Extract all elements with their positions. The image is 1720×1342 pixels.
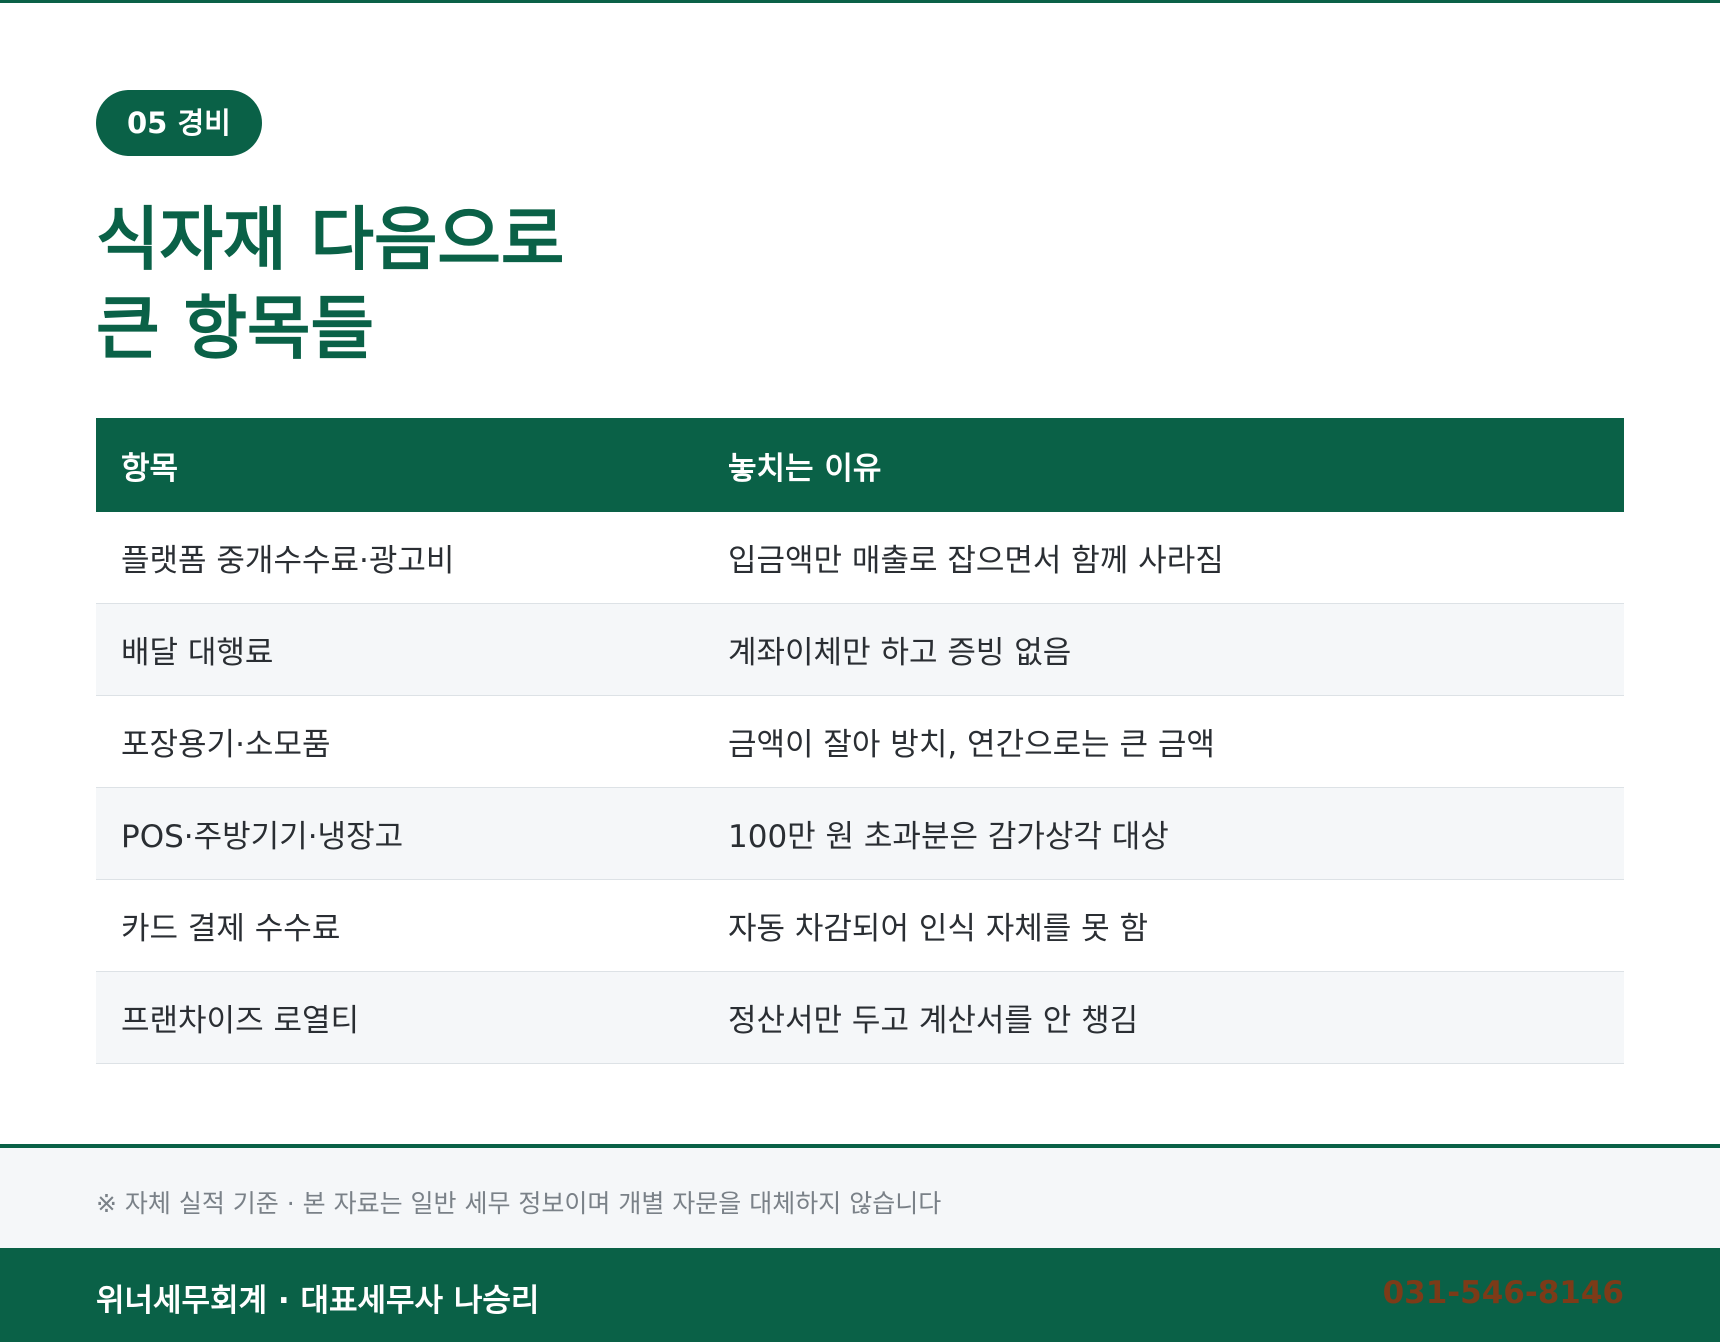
header-reason: 놓치는 이유 bbox=[728, 450, 882, 487]
page-title: 식자재 다음으로 큰 항목들 bbox=[96, 196, 1396, 374]
table-row: 프랜차이즈 로열티 정산서만 두고 계산서를 안 챙김 bbox=[96, 972, 1624, 1064]
expense-table: 항목 놓치는 이유 플랫폼 중개수수료·광고비 입금액만 매출로 잡으면서 함께… bbox=[96, 418, 1624, 1064]
disclaimer-bar: ※ 자체 실적 기준 · 본 자료는 일반 세무 정보이며 개별 자문을 대체하… bbox=[0, 1144, 1720, 1248]
row-reason: 자동 차감되어 인식 자체를 못 함 bbox=[728, 911, 1149, 947]
firm-name: 위너세무회계 · 대표세무사 나승리 bbox=[96, 1283, 540, 1319]
table-row: 배달 대행료 계좌이체만 하고 증빙 없음 bbox=[96, 604, 1624, 696]
row-reason: 정산서만 두고 계산서를 안 챙김 bbox=[728, 1003, 1139, 1039]
row-item: 배달 대행료 bbox=[121, 635, 274, 671]
top-accent-rule bbox=[0, 0, 1720, 3]
table-row: POS·주방기기·냉장고 100만 원 초과분은 감가상각 대상 bbox=[96, 788, 1624, 880]
row-item: 플랫폼 중개수수료·광고비 bbox=[121, 543, 455, 579]
disclaimer-text: ※ 자체 실적 기준 · 본 자료는 일반 세무 정보이며 개별 자문을 대체하… bbox=[96, 1189, 942, 1218]
footer-bar: 위너세무회계 · 대표세무사 나승리 031-546-8146 bbox=[0, 1248, 1720, 1342]
row-item: 카드 결제 수수료 bbox=[121, 911, 341, 947]
table-row: 플랫폼 중개수수료·광고비 입금액만 매출로 잡으면서 함께 사라짐 bbox=[96, 512, 1624, 604]
row-reason: 계좌이체만 하고 증빙 없음 bbox=[728, 635, 1072, 671]
header-item: 항목 bbox=[121, 450, 179, 487]
row-item: POS·주방기기·냉장고 bbox=[121, 819, 404, 855]
phone-number[interactable]: 031-546-8146 bbox=[1383, 1275, 1624, 1311]
row-reason: 입금액만 매출로 잡으면서 함께 사라짐 bbox=[728, 543, 1224, 579]
page-title-line-2: 큰 항목들 bbox=[96, 289, 374, 369]
row-item: 프랜차이즈 로열티 bbox=[121, 1003, 360, 1039]
page-title-line-1: 식자재 다음으로 bbox=[96, 200, 565, 280]
row-reason: 금액이 잘아 방치, 연간으로는 큰 금액 bbox=[728, 727, 1215, 763]
table-header: 항목 놓치는 이유 bbox=[96, 418, 1624, 512]
row-reason: 100만 원 초과분은 감가상각 대상 bbox=[728, 819, 1169, 855]
row-item: 포장용기·소모품 bbox=[121, 727, 331, 763]
section-badge: 05 경비 bbox=[96, 90, 262, 156]
table-row: 카드 결제 수수료 자동 차감되어 인식 자체를 못 함 bbox=[96, 880, 1624, 972]
table-row: 포장용기·소모품 금액이 잘아 방치, 연간으로는 큰 금액 bbox=[96, 696, 1624, 788]
